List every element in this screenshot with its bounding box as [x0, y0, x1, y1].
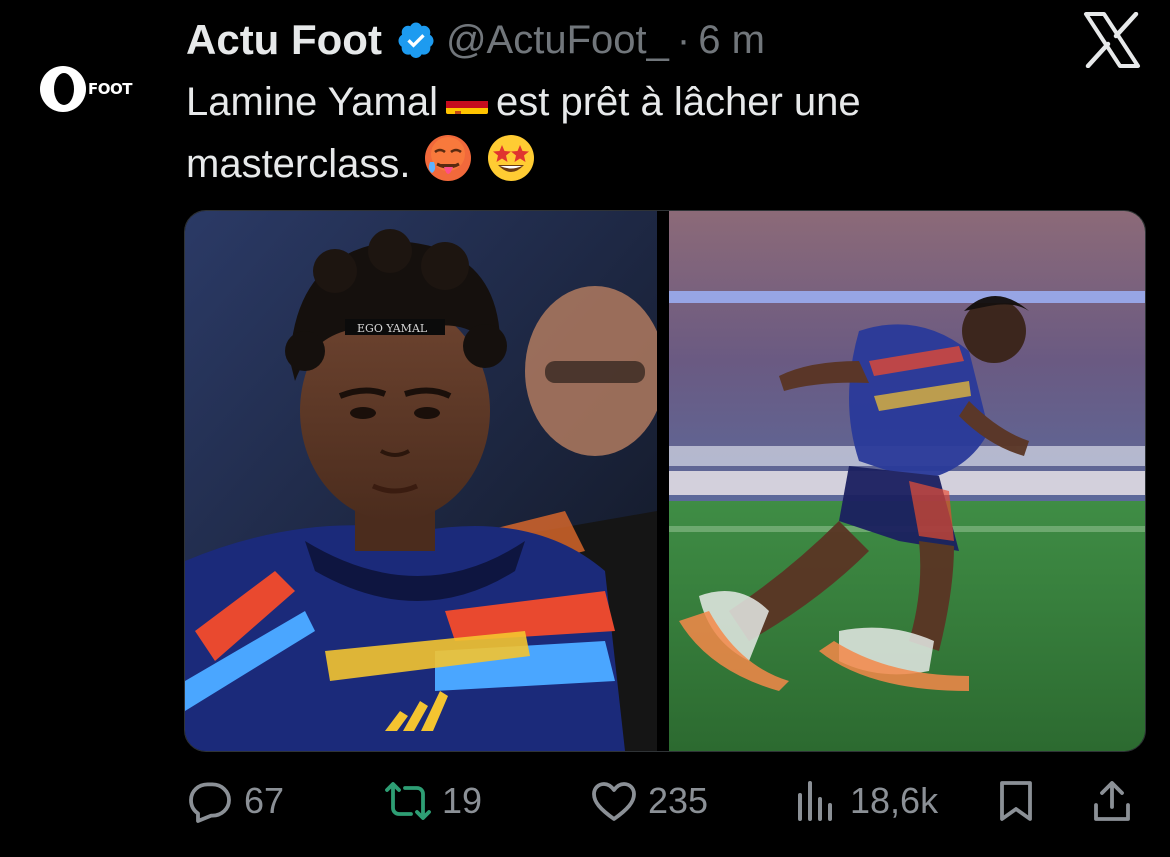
hot-face-emoji-icon [422, 132, 474, 201]
headband-text: EGO YAMAL [357, 322, 428, 335]
avatar[interactable]: FOOT [40, 58, 144, 120]
media-photo-portrait[interactable]: EGO YAMAL [185, 211, 665, 751]
bookmark-button[interactable] [992, 770, 1040, 832]
running-photo [669, 211, 1145, 751]
avatar-label: FOOT [88, 80, 132, 98]
author-name[interactable]: Actu Foot [186, 16, 382, 64]
share-icon [1094, 781, 1130, 821]
tweet-text-part: Lamine Yamal [186, 80, 438, 124]
star-struck-emoji-icon [485, 132, 537, 201]
views-button[interactable]: 18,6k [792, 770, 938, 832]
timestamp[interactable]: 6 m [698, 18, 765, 63]
retweet-icon [385, 782, 431, 820]
bookmark-icon [1000, 781, 1032, 821]
like-button[interactable]: 235 [590, 770, 708, 832]
retweet-count: 19 [442, 780, 483, 821]
avatar-logo [40, 66, 86, 112]
separator-dot: · [676, 17, 691, 62]
portrait-photo: EGO YAMAL [185, 211, 665, 751]
author-handle[interactable]: @ActuFoot_ [446, 18, 669, 63]
heart-icon [592, 782, 636, 821]
like-count: 235 [648, 780, 709, 821]
reply-count: 67 [244, 780, 285, 821]
tweet-media[interactable]: EGO YAMAL [184, 210, 1146, 752]
spain-flag-icon [446, 86, 488, 115]
media-photo-running[interactable] [669, 211, 1145, 751]
tweet-text: Lamine Yamal est prêt à lâcher une master… [186, 72, 1086, 201]
reply-button[interactable]: 67 [186, 770, 284, 832]
tweet-header: Actu Foot @ActuFoot_ · 6 m [186, 14, 765, 66]
retweet-button[interactable]: 19 [384, 770, 482, 832]
bar-chart-icon [798, 781, 832, 821]
media-divider [657, 211, 669, 751]
tweet-text-part: masterclass. [186, 142, 411, 187]
tweet-text-part: est prêt à lâcher une [496, 80, 861, 124]
tweet-action-bar: 67 19 235 18,6k [186, 770, 1146, 832]
share-button[interactable] [1088, 770, 1136, 832]
view-count: 18,6k [850, 780, 939, 821]
verified-badge-icon [398, 22, 434, 58]
reply-icon [189, 782, 231, 823]
x-logo-icon[interactable] [1082, 12, 1142, 68]
